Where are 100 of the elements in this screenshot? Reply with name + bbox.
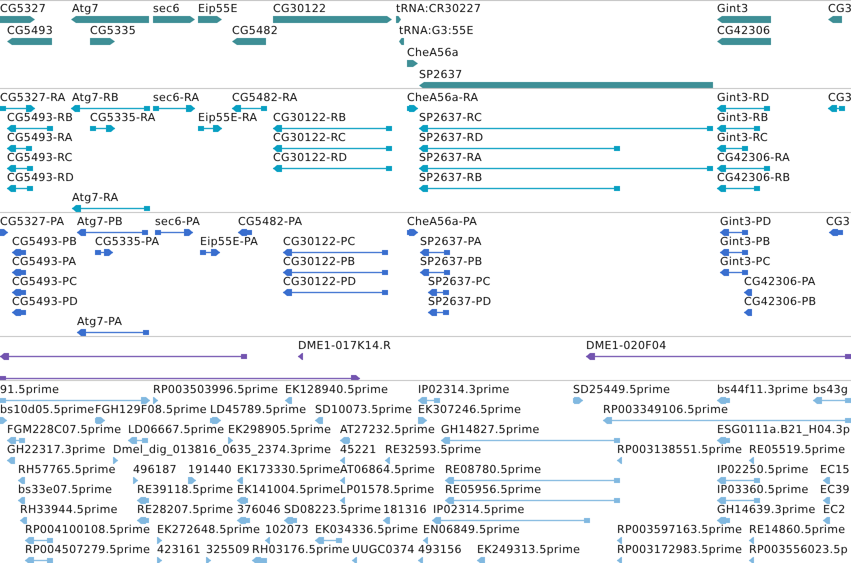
transcript-label: CheA56a-RA [407, 91, 478, 104]
transcript-label: CG5327-RA [0, 91, 66, 104]
clone-label: DME1-020F04 [586, 339, 666, 352]
est-label: 376046 [237, 503, 281, 516]
transcript-label: CG42306-RA [717, 151, 790, 164]
est-label: SD08223.5prime [284, 503, 382, 516]
protein-label: CG5493-PA [12, 255, 76, 268]
gene-label: SP2637 [419, 68, 462, 81]
protein-label: SP2637-PD [428, 295, 492, 308]
gene-label: CG3 [828, 2, 851, 15]
gene-label: CG5493 [7, 24, 53, 37]
est-label: EK272648.5prime [157, 523, 260, 536]
est-label: RP003556023.5p [749, 543, 848, 556]
protein-label: Eip55E-PA [200, 235, 258, 248]
gene-label: CG5335 [90, 24, 136, 37]
protein-label: Gint3-PD [720, 215, 772, 228]
gene-label: CG30122 [273, 2, 326, 15]
transcript-label: CG42306-RB [717, 171, 790, 184]
transcript-label: CG30122-RB [273, 111, 346, 124]
transcript-label: CG5493-RA [7, 131, 73, 144]
est-label: 496187 [133, 463, 177, 476]
est-label: LP01578.5prime [340, 483, 434, 496]
est-label: LD06667.5prime [128, 423, 224, 436]
est-label: 423161 [157, 543, 201, 556]
est-label: RP003597163.5prime [617, 523, 742, 536]
protein-label: CG3 [826, 215, 850, 228]
est-label: IP02250.5prime [717, 463, 809, 476]
gene-label: CG5327 [0, 2, 46, 15]
est-label: EK307246.5prime [418, 403, 522, 416]
est-label: LD45789.5prime [210, 403, 306, 416]
est-label: GH14827.5prime [441, 423, 540, 436]
protein-label: CG30122-PD [283, 275, 356, 288]
est-label: 181316 [383, 503, 427, 516]
protein-label: CG5493-PD [12, 295, 78, 308]
protein-label: CheA56a-PA [407, 215, 478, 228]
est-label: GH14639.3prime [717, 503, 816, 516]
gene-label: tRNA:CR30227 [396, 2, 482, 15]
protein-label: Gint3-PC [720, 255, 771, 268]
est-label: RE05519.5prime [749, 443, 846, 456]
est-label: IP02314.5prime [433, 503, 525, 516]
est-label: bs10d05.5prime [0, 403, 94, 416]
transcript-label: CG30122-RD [273, 151, 348, 164]
protein-label: SP2637-PA [420, 235, 482, 248]
est-label: EC39 [820, 483, 850, 496]
transcript-label: Eip55E-RA [198, 111, 258, 124]
transcript-label: Atg7-RB [72, 91, 119, 104]
est-label: 45221 [340, 443, 376, 456]
gene-label: CG42306 [717, 24, 770, 37]
est-label: Dmel_dig_013816_0635_2374.3prime [113, 443, 332, 456]
est-label: FGH129F08.5prime [95, 403, 207, 416]
transcript-label: CG30122-RC [273, 131, 346, 144]
gene-label: Atg7 [72, 2, 99, 15]
est-label: EK298905.5prime [228, 423, 332, 436]
est-label: bs33e07.5prime [18, 483, 112, 496]
est-label: 102073 [265, 523, 309, 536]
protein-label: CG42306-PA [744, 275, 816, 288]
est-label: IP02314.3prime [418, 383, 510, 396]
gene-label: Eip55E [198, 2, 238, 15]
est-label: AT27232.5prime [340, 423, 436, 436]
est-label: EK249313.5prime [477, 543, 580, 556]
est-label: IP03360.5prime [717, 483, 809, 496]
clone-label: DME1-017K14.R [298, 339, 392, 352]
est-label: EK034336.5prime [315, 523, 418, 536]
est-label: bs43g [813, 383, 848, 396]
est-label: 493156 [418, 543, 462, 556]
gene-label: CheA56a [407, 46, 459, 59]
est-label: RP003503996.5prime [153, 383, 278, 396]
protein-label: CG42306-PB [744, 295, 816, 308]
est-label: RP003172983.5prime [617, 543, 742, 556]
protein-label: CG5482-PA [238, 215, 302, 228]
est-label: RP003349106.5prime [603, 403, 728, 416]
protein-label: CG30122-PC [283, 235, 356, 248]
est-label: SD10073.5prime [315, 403, 412, 416]
transcript-label: Gint3-RD [717, 91, 770, 104]
protein-label: CG5327-PA [0, 215, 64, 228]
gene-label: sec6 [153, 2, 180, 15]
est-label: EN06849.5prime [423, 523, 520, 536]
gene-label: tRNA:G3:55E [399, 24, 474, 37]
transcript-label: CG5493-RD [7, 171, 74, 184]
est-label: RH33944.5prime [20, 503, 118, 516]
transcript-label: SP2637-RA [419, 151, 482, 164]
est-label: EC15 [820, 463, 850, 476]
est-label: RH57765.5prime [18, 463, 116, 476]
est-label: FGM228C07.5prime [7, 423, 122, 436]
gene-label: CG5482 [232, 24, 278, 37]
est-label: RE08780.5prime [445, 463, 542, 476]
transcript-label: CG5482-RA [232, 91, 298, 104]
est-label: RE39118.5prime [137, 483, 234, 496]
transcript-label: sec6-RA [153, 91, 200, 104]
transcript-label: CG3 [828, 91, 851, 104]
transcript-label: SP2637-RB [419, 171, 482, 184]
protein-label: Atg7-PA [77, 315, 122, 328]
est-label: 91.5prime [0, 383, 60, 396]
est-label: EC2 [823, 503, 846, 516]
est-label: RH03176.5prime [252, 543, 350, 556]
est-label: EK128940.5prime [285, 383, 388, 396]
est-label: RE32593.5prime [385, 443, 482, 456]
protein-label: CG5493-PC [12, 275, 78, 288]
protein-label: CG5493-PB [12, 235, 78, 248]
transcript-label: Atg7-RA [72, 191, 118, 204]
